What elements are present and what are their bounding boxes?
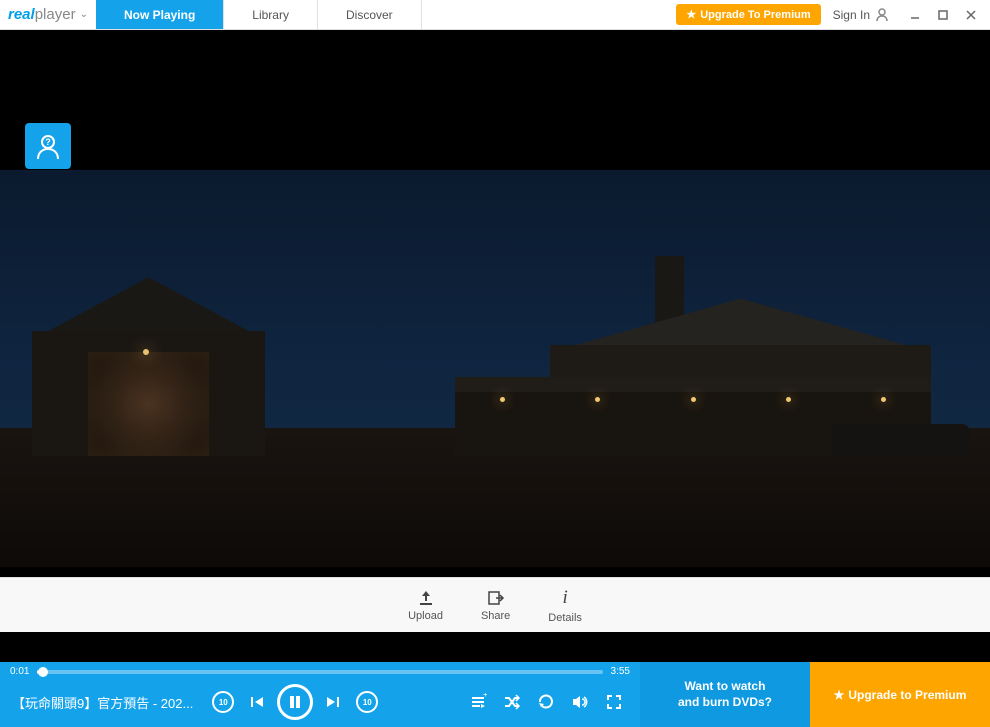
share-button[interactable]: Share: [481, 589, 510, 622]
forward-icon: 10: [356, 691, 378, 713]
volume-icon: [571, 693, 589, 711]
upgrade-bottom-label: Upgrade to Premium: [848, 688, 966, 702]
progress-bar[interactable]: [37, 670, 602, 674]
tab-discover[interactable]: Discover: [318, 0, 422, 29]
brand-real: real: [8, 6, 35, 23]
pause-icon: [288, 695, 302, 709]
video-area[interactable]: ?: [0, 30, 990, 577]
pause-button[interactable]: [277, 684, 313, 720]
forward-10-button[interactable]: 10: [353, 688, 381, 716]
brand-player: player: [35, 6, 76, 23]
volume-button[interactable]: [566, 688, 594, 716]
close-button[interactable]: [958, 4, 984, 26]
maximize-button[interactable]: [930, 4, 956, 26]
upgrade-label: Upgrade To Premium: [700, 9, 810, 21]
repeat-button[interactable]: [532, 688, 560, 716]
tab-library[interactable]: Library: [224, 0, 318, 29]
shuffle-icon: [503, 693, 521, 711]
details-label: Details: [548, 612, 582, 624]
duration: 3:55: [611, 666, 630, 677]
upload-label: Upload: [408, 610, 443, 622]
svg-text:?: ?: [45, 137, 51, 147]
minimize-button[interactable]: [902, 4, 928, 26]
signin-label: Sign In: [833, 8, 870, 22]
sign-in-button[interactable]: Sign In: [827, 7, 896, 23]
shuffle-button[interactable]: [498, 688, 526, 716]
upload-icon: [417, 589, 435, 607]
upgrade-premium-button-bottom[interactable]: ★ Upgrade to Premium: [810, 662, 990, 727]
spacer: [0, 632, 990, 662]
progress-thumb[interactable]: [38, 667, 48, 677]
video-frame: [0, 170, 990, 567]
upgrade-premium-button-top[interactable]: ★ Upgrade To Premium: [676, 4, 820, 25]
previous-button[interactable]: [243, 688, 271, 716]
previous-icon: [249, 694, 265, 710]
svg-text:+: +: [483, 693, 487, 699]
fullscreen-button[interactable]: [600, 688, 628, 716]
share-label: Share: [481, 610, 510, 622]
fullscreen-icon: [606, 694, 622, 710]
upload-button[interactable]: Upload: [408, 589, 443, 622]
info-icon: i: [562, 587, 567, 609]
share-icon: [487, 589, 505, 607]
chevron-down-icon: ⌄: [80, 9, 88, 20]
star-icon: ★: [686, 8, 696, 21]
current-time: 0:01: [10, 666, 29, 677]
track-title: 【玩命關頭9】官方預告 - 202...: [12, 693, 193, 712]
next-icon: [325, 694, 341, 710]
app-logo-menu[interactable]: realplayer ⌄: [0, 0, 96, 29]
rewind-10-button[interactable]: 10: [209, 688, 237, 716]
star-icon: ★: [834, 688, 845, 702]
next-button[interactable]: [319, 688, 347, 716]
repeat-icon: [537, 693, 555, 711]
promo-line1: Want to watch: [685, 679, 766, 695]
promo-line2: and burn DVDs?: [678, 695, 772, 711]
rewind-icon: 10: [212, 691, 234, 713]
playlist-icon: +: [469, 693, 487, 711]
tab-now-playing[interactable]: Now Playing: [96, 0, 224, 29]
profile-icon[interactable]: ?: [25, 123, 71, 169]
promo-panel: Want to watch and burn DVDs?: [640, 662, 810, 727]
user-icon: [874, 7, 890, 23]
playlist-button[interactable]: +: [464, 688, 492, 716]
details-button[interactable]: i Details: [548, 587, 582, 624]
